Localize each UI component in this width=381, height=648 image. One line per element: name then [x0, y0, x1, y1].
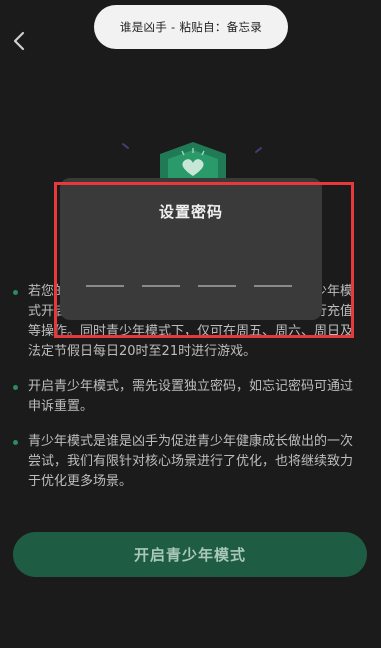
highlight-box	[54, 182, 354, 338]
toast-text: 谁是凶手 - 粘贴自：备忘录	[119, 20, 263, 34]
list-item: 开启青少年模式，需先设置独立密码，如忘记密码可通过申诉重置。	[13, 377, 365, 417]
list-item: 青少年模式是谁是凶手为促进青少年健康成长做出的一次尝试，我们有限针对核心场景进行…	[13, 432, 365, 492]
chevron-left-icon	[13, 31, 25, 51]
bullet-dot	[13, 440, 18, 445]
paste-toast: 谁是凶手 - 粘贴自：备忘录	[94, 5, 288, 49]
bullet-dot	[13, 385, 18, 390]
cta-label: 开启青少年模式	[133, 546, 246, 564]
bullet-dot	[13, 290, 18, 295]
enable-youth-mode-button[interactable]: 开启青少年模式	[13, 532, 367, 577]
back-button[interactable]	[10, 30, 30, 52]
bullet-text: 青少年模式是谁是凶手为促进青少年健康成长做出的一次尝试，我们有限针对核心场景进行…	[28, 434, 354, 489]
bullet-text: 开启青少年模式，需先设置独立密码，如忘记密码可通过申诉重置。	[28, 379, 354, 414]
